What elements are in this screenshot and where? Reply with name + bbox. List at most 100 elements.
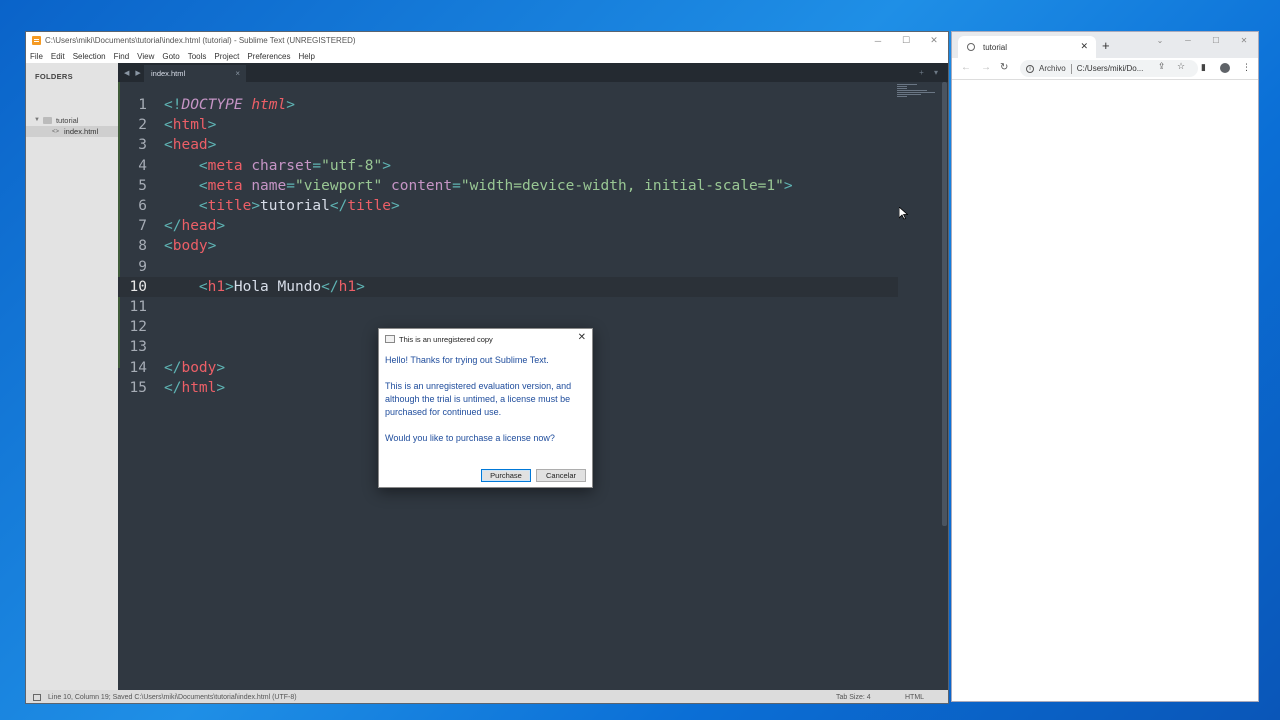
code-text: <meta charset="utf-8"> bbox=[198, 157, 391, 174]
disclosure-triangle-icon[interactable]: ▼ bbox=[34, 117, 40, 123]
code-text: <head> bbox=[164, 137, 217, 154]
code-line[interactable]: 6 <title>tutorial</title> bbox=[118, 196, 898, 216]
code-text: <html> bbox=[164, 117, 217, 134]
line-number: 2 bbox=[138, 117, 147, 134]
code-line[interactable]: 5 <meta name="viewport" content="width=d… bbox=[118, 176, 898, 196]
code-line[interactable]: 7 </head> bbox=[118, 216, 898, 236]
menu-selection[interactable]: Selection bbox=[73, 52, 106, 61]
line-number: 10 bbox=[129, 278, 147, 295]
close-icon[interactable]: ✕ bbox=[578, 332, 586, 343]
tab-nav-arrows-icon[interactable]: ◀ ▶ bbox=[124, 69, 143, 77]
menu-project[interactable]: Project bbox=[214, 52, 239, 61]
info-icon[interactable]: i bbox=[1026, 64, 1034, 73]
code-line[interactable]: 9 bbox=[118, 257, 898, 277]
globe-icon bbox=[967, 43, 975, 51]
menu-view[interactable]: View bbox=[137, 52, 154, 61]
side-panel-icon[interactable]: ▮ bbox=[1201, 62, 1206, 73]
sidebar-folder-tutorial[interactable]: ▼ tutorial bbox=[34, 115, 78, 125]
window-icon bbox=[385, 335, 395, 343]
dialog-question: Would you like to purchase a license now… bbox=[385, 433, 555, 443]
code-line[interactable]: 3 <head> bbox=[118, 135, 898, 155]
address-scheme-label: Archivo bbox=[1039, 64, 1066, 73]
minimize-icon[interactable]: ─ bbox=[1174, 32, 1202, 48]
code-text: <title>tutorial</title> bbox=[198, 198, 400, 214]
cancel-button[interactable]: Cancelar bbox=[536, 469, 586, 482]
status-syntax[interactable]: HTML bbox=[905, 694, 924, 701]
browser-tab[interactable]: tutorial ✕ bbox=[958, 36, 1096, 58]
status-tab-size[interactable]: Tab Size: 4 bbox=[836, 694, 871, 701]
tab-tools-icon[interactable]: + ▾ bbox=[919, 68, 942, 77]
dialog-body: This is an unregistered evaluation versi… bbox=[385, 381, 572, 417]
close-icon[interactable]: ✕ bbox=[1230, 32, 1258, 48]
tab-label: index.html bbox=[151, 69, 186, 78]
tab-search-icon[interactable]: ⌄ bbox=[1146, 32, 1174, 48]
sublime-titlebar: C:\Users\miki\Documents\tutorial\index.h… bbox=[26, 32, 948, 49]
share-icon[interactable]: ⇪ bbox=[1158, 61, 1166, 72]
browser-tab-title: tutorial bbox=[983, 42, 1008, 52]
close-icon[interactable]: ✕ bbox=[920, 32, 948, 49]
code-line[interactable]: 8 <body> bbox=[118, 236, 898, 256]
minimize-icon[interactable]: ─ bbox=[864, 32, 892, 49]
code-text: </html> bbox=[164, 379, 226, 396]
sublime-app-icon bbox=[32, 36, 41, 45]
line-number: 12 bbox=[129, 319, 147, 336]
sublime-window-controls: ─ ☐ ✕ bbox=[864, 32, 948, 49]
bookmark-star-icon[interactable]: ☆ bbox=[1177, 61, 1185, 72]
panel-toggle-icon[interactable] bbox=[33, 694, 41, 701]
code-line[interactable]: 10 <h1>Hola Mundo</h1> bbox=[118, 276, 898, 297]
menu-tools[interactable]: Tools bbox=[188, 52, 207, 61]
sidebar: FOLDERS ▼ tutorial <> index.html bbox=[26, 63, 118, 690]
sidebar-folder-label: tutorial bbox=[55, 115, 79, 125]
browser-toolbar: ← → ↻ i Archivo C:/Users/miki/Do... ⇪ ☆ … bbox=[952, 58, 1258, 80]
code-text: <meta name="viewport" content="width=dev… bbox=[198, 177, 793, 194]
line-number: 15 bbox=[129, 379, 147, 396]
sidebar-file-index[interactable]: <> index.html bbox=[26, 126, 118, 137]
browser-window-controls: ⌄ ─ ☐ ✕ bbox=[1146, 32, 1258, 48]
line-number: 14 bbox=[129, 359, 147, 376]
code-text: <!DOCTYPE html> bbox=[164, 97, 295, 113]
tab-close-icon[interactable]: × bbox=[235, 69, 240, 78]
status-bar: Line 10, Column 19; Saved C:\Users\miki\… bbox=[26, 690, 948, 703]
line-number: 11 bbox=[129, 299, 147, 315]
status-message: Line 10, Column 19; Saved C:\Users\miki\… bbox=[48, 694, 297, 701]
line-number: 4 bbox=[138, 157, 147, 174]
code-line[interactable]: 1 <!DOCTYPE html> bbox=[118, 95, 898, 115]
new-tab-icon[interactable]: + bbox=[1102, 38, 1110, 53]
line-number: 6 bbox=[138, 198, 147, 214]
code-line[interactable]: 4 <meta charset="utf-8"> bbox=[118, 156, 898, 176]
dialog-title: This is an unregistered copy bbox=[399, 334, 493, 344]
purchase-button[interactable]: Purchase bbox=[481, 469, 531, 482]
line-number: 13 bbox=[129, 339, 147, 356]
menu-edit[interactable]: Edit bbox=[51, 52, 65, 61]
reload-icon[interactable]: ↻ bbox=[1000, 62, 1008, 73]
line-number: 3 bbox=[138, 137, 147, 154]
menu-preferences[interactable]: Preferences bbox=[247, 52, 290, 61]
menu-help[interactable]: Help bbox=[298, 52, 314, 61]
folder-icon bbox=[42, 116, 52, 124]
code-line[interactable]: 11 bbox=[118, 297, 898, 317]
sidebar-header: FOLDERS bbox=[35, 72, 73, 81]
profile-avatar-icon[interactable] bbox=[1220, 63, 1230, 73]
menu-goto[interactable]: Goto bbox=[162, 52, 179, 61]
forward-icon[interactable]: → bbox=[981, 62, 991, 73]
maximize-icon[interactable]: ☐ bbox=[892, 32, 920, 49]
tab-close-icon[interactable]: ✕ bbox=[1080, 41, 1088, 52]
address-separator bbox=[1070, 63, 1072, 74]
line-number: 8 bbox=[138, 238, 147, 255]
tab-index-html[interactable]: index.html × bbox=[144, 65, 246, 82]
back-icon[interactable]: ← bbox=[961, 62, 971, 73]
minimap[interactable] bbox=[897, 84, 937, 102]
browser-window: tutorial ✕ + ⌄ ─ ☐ ✕ ← → ↻ i Archivo C:/… bbox=[951, 31, 1259, 702]
sidebar-file-label: index.html bbox=[64, 127, 99, 136]
line-number: 5 bbox=[138, 177, 147, 194]
menu-file[interactable]: File bbox=[30, 52, 43, 61]
vertical-scrollbar[interactable] bbox=[942, 82, 947, 526]
menu-find[interactable]: Find bbox=[114, 52, 130, 61]
sublime-menubar: File Edit Selection Find View Goto Tools… bbox=[26, 49, 948, 63]
dialog-titlebar: This is an unregistered copy bbox=[385, 333, 493, 345]
line-number: 1 bbox=[138, 97, 147, 113]
code-line[interactable]: 2 <html> bbox=[118, 115, 898, 135]
more-menu-icon[interactable]: ⋮ bbox=[1242, 62, 1251, 73]
maximize-icon[interactable]: ☐ bbox=[1202, 32, 1230, 48]
address-bar[interactable]: i Archivo C:/Users/miki/Do... bbox=[1020, 60, 1198, 77]
